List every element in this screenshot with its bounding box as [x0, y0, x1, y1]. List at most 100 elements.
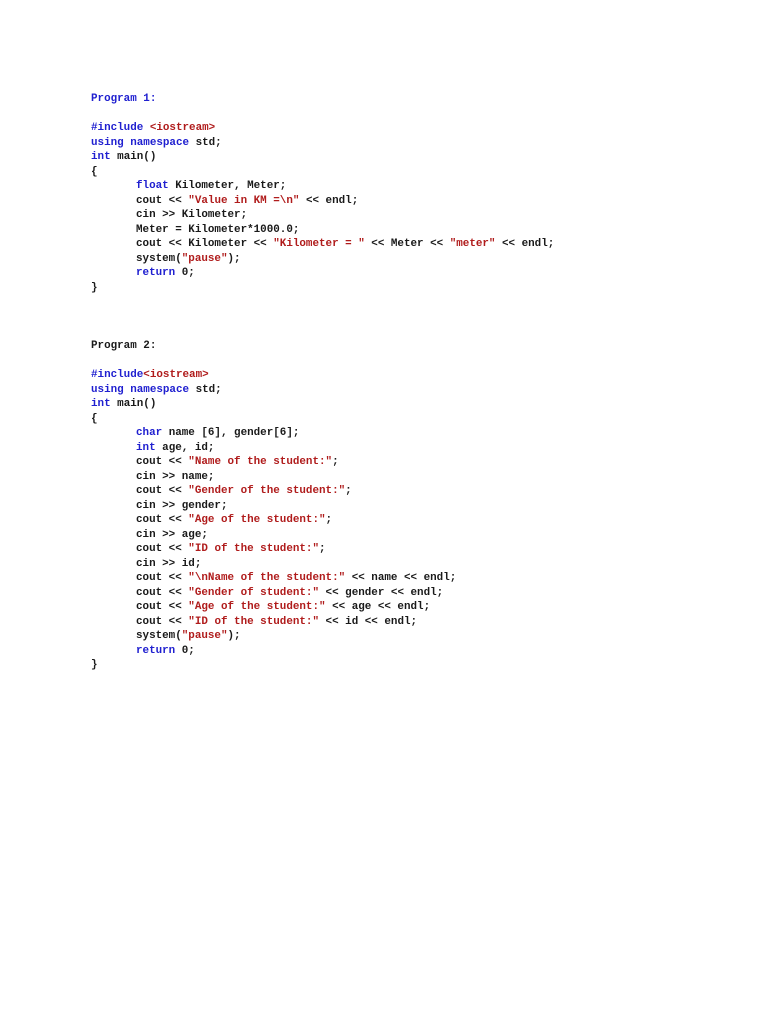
code-text: ;	[319, 543, 326, 555]
code-text: 0;	[181, 644, 195, 657]
code-text: cout <<	[136, 485, 189, 497]
code-line: cout << "ID of the student:";	[91, 542, 456, 557]
code-text: );	[227, 252, 241, 265]
code-line: return 0;	[91, 644, 456, 659]
code-line: cin >> name;	[91, 470, 456, 485]
code-string: "Gender of student:"	[188, 586, 320, 599]
code-text: cin >> id;	[136, 557, 202, 570]
code-line: cin >> Kilometer;	[91, 208, 554, 223]
code-text: {	[91, 412, 98, 425]
code-keyword: return	[136, 267, 182, 279]
code-line: system("pause");	[91, 629, 456, 644]
code-text: }	[91, 281, 98, 294]
code-line: cin >> age;	[91, 528, 456, 543]
code-string: "ID of the student:"	[188, 543, 320, 555]
code-text: }	[91, 659, 98, 671]
code-keyword: float	[136, 180, 176, 192]
code-line: cin >> id;	[91, 557, 456, 572]
code-keyword: return	[136, 644, 182, 657]
code-text: ;	[332, 456, 339, 468]
code-string: "ID of the student:"	[188, 615, 320, 628]
code-line: {	[91, 412, 456, 427]
code-line: #include <iostream>	[91, 121, 554, 136]
code-string: <iostream>	[143, 369, 209, 381]
code-text: << endl;	[495, 238, 555, 250]
code-text: ;	[345, 485, 352, 497]
code-text: Meter = Kilometer*1000.0;	[136, 223, 300, 236]
code-string: "Kilometer = "	[273, 238, 365, 250]
code-text: << name << endl;	[345, 572, 457, 584]
code-text: 0;	[181, 267, 195, 279]
code-text: << Meter <<	[364, 238, 450, 250]
code-text: cout <<	[136, 194, 189, 207]
code-text: cout <<	[136, 586, 189, 599]
code-string: "pause"	[181, 252, 228, 265]
code-line: cout << "Gender of student:" << gender <…	[91, 586, 456, 601]
program-title: Program 2:	[91, 340, 157, 352]
code-text: << age << endl;	[325, 601, 431, 613]
code-line: }	[91, 658, 456, 673]
code-keyword: int	[91, 151, 118, 163]
code-text: system(	[136, 252, 182, 265]
code-text: cout <<	[136, 601, 189, 613]
code-text: age, id;	[162, 441, 215, 454]
code-line: cin >> gender;	[91, 499, 456, 514]
code-text: ;	[325, 514, 333, 526]
code-text: std;	[195, 383, 222, 396]
code-line: cout << "ID of the student:" << id << en…	[91, 615, 456, 630]
code-line: using namespace std;	[91, 136, 554, 151]
code-keyword: using namespace	[91, 383, 196, 396]
code-text: );	[227, 630, 241, 642]
program-2-block: Program 2: #include<iostream> using namesp…	[91, 339, 456, 673]
code-line: using namespace std;	[91, 383, 456, 398]
code-line: cout << Kilometer << "Kilometer = " << M…	[91, 237, 554, 252]
code-text: cin >> name;	[136, 470, 215, 483]
code-keyword: #include	[91, 122, 150, 134]
code-text: cin >> age;	[136, 528, 208, 541]
code-line: system("pause");	[91, 252, 554, 267]
code-text: cin >> gender;	[136, 499, 228, 512]
code-line: Meter = Kilometer*1000.0;	[91, 223, 554, 238]
code-text: << id << endl;	[319, 615, 418, 628]
code-text: cout <<	[136, 572, 189, 584]
program-1-block: Program 1: #include <iostream> using names…	[91, 92, 554, 295]
code-line: return 0;	[91, 266, 554, 281]
code-line: cout << "Value in KM =\n" << endl;	[91, 194, 554, 209]
code-string: "meter"	[449, 238, 496, 250]
code-line: cout << "\nName of the student:" << name…	[91, 571, 456, 586]
code-text: cin >> Kilometer;	[136, 209, 248, 221]
code-string: "Gender of the student:"	[188, 485, 346, 497]
code-string: <iostream>	[149, 122, 216, 134]
code-line: int age, id;	[91, 441, 456, 456]
code-string: "pause"	[181, 630, 228, 642]
code-line: cout << "Name of the student:";	[91, 455, 456, 470]
code-line: #include<iostream>	[91, 368, 456, 383]
code-text: cout <<	[136, 543, 189, 555]
code-text: cout <<	[136, 514, 189, 526]
code-string: "Name of the student:"	[188, 456, 333, 468]
code-line: int main()	[91, 397, 456, 412]
code-keyword: int	[91, 398, 118, 410]
code-string: "\nName of the student:"	[188, 572, 346, 584]
code-text: << endl;	[299, 194, 359, 207]
code-text: cout <<	[136, 456, 189, 468]
code-text: main()	[117, 151, 157, 163]
program-title: Program 1:	[91, 93, 157, 105]
code-line: {	[91, 165, 554, 180]
code-text: main()	[117, 398, 157, 410]
code-line: int main()	[91, 150, 554, 165]
code-line: float Kilometer, Meter;	[91, 179, 554, 194]
code-keyword: int	[136, 441, 163, 454]
code-keyword: #include	[91, 369, 144, 381]
code-text: system(	[136, 630, 182, 642]
code-line: cout << "Gender of the student:";	[91, 484, 456, 499]
code-text: {	[91, 165, 98, 178]
code-line: char name [6], gender[6];	[91, 426, 456, 441]
code-keyword: char	[136, 427, 169, 439]
code-line: cout << "Age of the student:" << age << …	[91, 600, 456, 615]
code-text: << gender << endl;	[319, 586, 444, 599]
code-text: std;	[195, 136, 222, 149]
code-line: }	[91, 281, 554, 296]
